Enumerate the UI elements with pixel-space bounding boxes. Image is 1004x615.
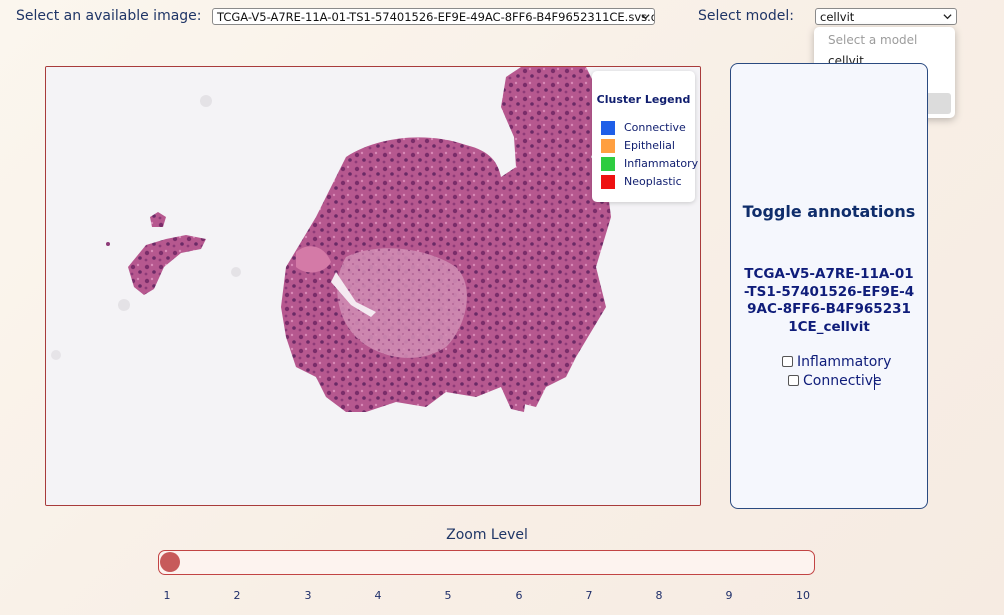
image-select-value: TCGA-V5-A7RE-11A-01-TS1-57401526-EF9E-49… [217, 10, 655, 24]
zoom-slider[interactable] [158, 550, 815, 575]
zoom-tick: 10 [796, 589, 810, 602]
checkbox-inflammatory[interactable] [782, 356, 793, 367]
model-select-value: cellvit [820, 10, 855, 24]
legend-swatch-epithelial [601, 139, 615, 153]
zoom-tick: 7 [585, 589, 593, 602]
legend-label: Neoplastic [624, 175, 682, 188]
model-option-placeholder: Select a model [828, 33, 918, 47]
chevron-down-icon [641, 14, 650, 20]
model-select-label: Select model: [698, 8, 794, 24]
legend-swatch-inflammatory [601, 157, 615, 171]
zoom-tick: 3 [304, 589, 312, 602]
zoom-tick: 5 [444, 589, 452, 602]
zoom-tick: 9 [725, 589, 733, 602]
panel-title: Toggle annotations [742, 202, 916, 221]
chevron-down-icon [943, 14, 952, 20]
zoom-tick: 1 [163, 589, 171, 602]
image-select-label: Select an available image: [16, 8, 202, 24]
zoom-label: Zoom Level [446, 527, 528, 543]
legend-title: Cluster Legend [596, 93, 691, 106]
checkbox-label: Inflammatory [797, 354, 892, 370]
checkbox-connective[interactable] [788, 375, 799, 386]
annotation-source-name: TCGA-V5-A7RE-11A-01-TS1-57401526-EF9E-49… [743, 266, 915, 335]
zoom-tick: 2 [233, 589, 241, 602]
model-select[interactable]: cellvit [815, 8, 957, 25]
legend-swatch-neoplastic [601, 175, 615, 189]
text-cursor [874, 374, 875, 390]
legend-label: Connective [624, 121, 686, 134]
zoom-slider-thumb[interactable] [160, 552, 180, 572]
annotations-panel: Toggle annotations TCGA-V5-A7RE-11A-01-T… [730, 63, 928, 509]
zoom-tick: 8 [655, 589, 663, 602]
legend-label: Inflammatory [624, 157, 699, 170]
legend-swatch-connective [601, 121, 615, 135]
checkbox-label: Connective [803, 373, 882, 389]
image-select[interactable]: TCGA-V5-A7RE-11A-01-TS1-57401526-EF9E-49… [212, 8, 655, 25]
cluster-legend: Cluster Legend Connective Epithelial Inf… [592, 71, 699, 202]
zoom-tick: 6 [515, 589, 523, 602]
legend-label: Epithelial [624, 139, 675, 152]
zoom-tick: 4 [374, 589, 382, 602]
